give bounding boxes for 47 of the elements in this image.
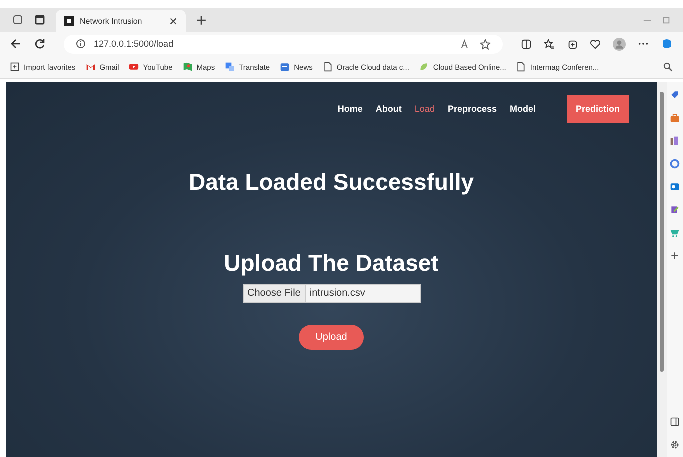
back-icon[interactable] xyxy=(10,38,22,50)
add-icon[interactable] xyxy=(670,251,680,261)
favicon-icon xyxy=(64,16,74,26)
favorites-icon[interactable] xyxy=(544,38,555,50)
workspaces-icon[interactable] xyxy=(12,14,24,26)
nav-link[interactable]: About xyxy=(376,104,402,114)
file-input[interactable]: Choose File intrusion.csv xyxy=(242,284,420,303)
tag-icon[interactable] xyxy=(670,90,680,100)
more-icon[interactable] xyxy=(638,42,649,46)
scrollbar[interactable] xyxy=(657,82,667,457)
sidebar-toggle-icon[interactable] xyxy=(670,417,680,427)
leaf-icon xyxy=(419,62,430,72)
pen-icon[interactable] xyxy=(670,205,680,215)
heart-icon[interactable] xyxy=(590,38,601,50)
briefcase-icon[interactable] xyxy=(670,113,680,123)
collections-icon[interactable] xyxy=(567,38,578,50)
translate-icon xyxy=(225,62,236,72)
search-icon[interactable] xyxy=(663,62,673,72)
split-screen-icon[interactable] xyxy=(521,38,532,50)
tab-actions-icon[interactable] xyxy=(34,14,46,26)
map-icon xyxy=(182,62,193,72)
play-icon xyxy=(129,62,140,72)
close-icon[interactable] xyxy=(169,16,178,26)
nav-link[interactable]: Load xyxy=(414,104,435,114)
ring-icon[interactable] xyxy=(670,159,680,169)
browser-tab[interactable]: Network Intrusion xyxy=(56,10,186,32)
mail-icon xyxy=(86,62,96,72)
page-icon xyxy=(322,62,333,72)
nav-link[interactable]: Home xyxy=(338,104,363,114)
tab-title: Network Intrusion xyxy=(80,16,144,26)
file-name: intrusion.csv xyxy=(308,287,366,301)
page-icon xyxy=(516,62,526,72)
info-icon xyxy=(76,39,86,49)
new-tab-icon[interactable] xyxy=(196,14,207,26)
news-icon xyxy=(280,62,290,72)
import-icon xyxy=(10,62,20,72)
upload-heading: Upload The Dataset xyxy=(224,250,439,277)
choose-file-button[interactable]: Choose File xyxy=(244,285,306,302)
refresh-icon[interactable] xyxy=(34,38,46,50)
profile-avatar-icon[interactable] xyxy=(613,38,626,50)
url-text: 127.0.0.1:5000/load xyxy=(94,39,174,49)
settings-icon[interactable] xyxy=(670,440,680,450)
success-message: Data Loaded Successfully xyxy=(188,169,474,196)
nav-link[interactable]: Model xyxy=(510,104,536,114)
nav-link[interactable]: Preprocess xyxy=(448,104,497,114)
star-icon[interactable] xyxy=(480,38,491,50)
address-bar[interactable]: 127.0.0.1:5000/load xyxy=(64,34,503,54)
